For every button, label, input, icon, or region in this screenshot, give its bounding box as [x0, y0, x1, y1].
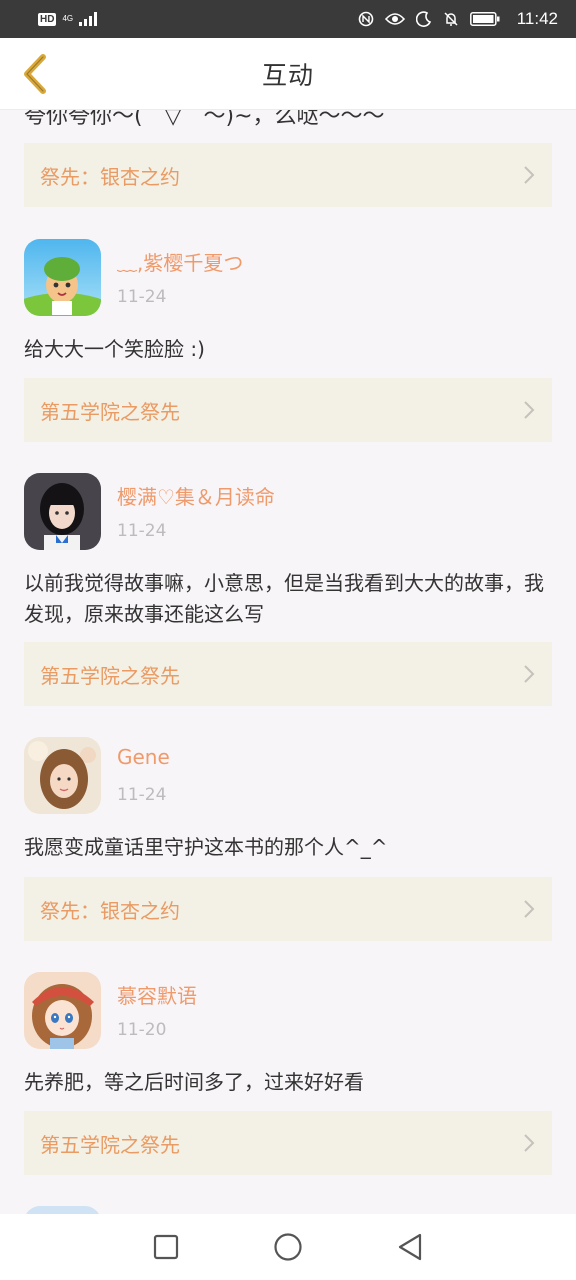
hd-badge: HD [38, 12, 57, 26]
back-triangle-icon [398, 1233, 422, 1261]
chevron-right-icon [524, 166, 535, 184]
page-title: 互动 [261, 60, 314, 90]
comment-text: 以前我觉得故事嘛，小意思，但是当我看到大大的故事，我发现，原来故事还能这么写 [24, 571, 544, 626]
comment-date: 11-24 [117, 785, 167, 805]
avatar[interactable] [24, 972, 101, 1049]
avatar[interactable] [24, 1206, 101, 1214]
comment-item: 慕容默语 11-20 先养肥，等之后时间多了，过来好好看 [0, 972, 576, 1112]
nfc-icon [358, 11, 374, 27]
bell-off-icon [444, 12, 458, 26]
chevron-right-icon [524, 665, 535, 683]
network-badge: 4G [62, 14, 74, 23]
status-left: HD 4G [38, 12, 101, 26]
book-link-label: 第五学院之祭先 [40, 663, 180, 688]
avatar[interactable] [24, 737, 101, 814]
comment-date: 11-20 [117, 1020, 167, 1040]
comment-date: 11-24 [117, 287, 167, 307]
book-link-label: 祭先：银杏之约 [40, 898, 180, 923]
book-link-label: 祭先：银杏之约 [40, 164, 180, 189]
comment-date: 11-24 [117, 521, 167, 541]
home-icon [274, 1233, 302, 1261]
book-link[interactable]: 祭先：银杏之约 [24, 143, 552, 207]
comment-text: 先养肥，等之后时间多了，过来好好看 [24, 1070, 364, 1094]
avatar[interactable] [24, 473, 101, 550]
comment-text: 给大大一个笑脸脸 :) [24, 337, 205, 361]
status-time: 11:42 [516, 9, 558, 28]
status-bar: HD 4G 11:42 [0, 0, 576, 38]
book-link[interactable]: 祭先：银杏之约 [24, 877, 552, 941]
book-link[interactable]: 第五学院之祭先 [24, 642, 552, 706]
chevron-right-icon [524, 401, 535, 419]
user-name[interactable]: 樱满♡集＆月读命 [117, 481, 275, 510]
eye-comfort-icon [384, 13, 405, 25]
book-link-label: 第五学院之祭先 [40, 1132, 180, 1157]
back-nav-button[interactable] [349, 1214, 471, 1280]
signal-icon [79, 12, 98, 26]
home-button[interactable] [227, 1214, 349, 1280]
chevron-right-icon [524, 900, 535, 918]
system-nav-bar [0, 1214, 576, 1280]
book-link-label: 第五学院之祭先 [40, 399, 180, 424]
user-name[interactable]: Gene [117, 745, 170, 769]
app-header: 互动 [0, 38, 576, 110]
chevron-left-icon [24, 54, 46, 94]
status-right: 11:42 [358, 9, 558, 29]
user-name[interactable]: 慕容默语 [117, 980, 197, 1009]
comment-text: 我愿变成童话里守护这本书的那个人^_^ [24, 835, 388, 859]
moon-icon [415, 11, 431, 27]
battery-icon [469, 12, 500, 26]
back-button[interactable] [14, 52, 58, 96]
comment-feed[interactable]: 夸你夸你～( ▽ ～)~，么哒～～～ 祭先：银杏之约 ﹏,紫樱千夏つ 11-24… [0, 110, 576, 1214]
partial-comment-text: 夸你夸你～( ▽ ～)~，么哒～～～ [24, 110, 385, 129]
chevron-right-icon [524, 1134, 535, 1152]
comment-item: 樱满♡集＆月读命 11-24 以前我觉得故事嘛，小意思，但是当我看到大大的故事，… [0, 473, 576, 643]
user-name[interactable]: ﹏,紫樱千夏つ [117, 247, 243, 276]
avatar[interactable] [24, 239, 101, 316]
recent-apps-button[interactable] [105, 1214, 227, 1280]
recent-apps-icon [153, 1234, 179, 1260]
book-link[interactable]: 第五学院之祭先 [24, 1111, 552, 1175]
book-link[interactable]: 第五学院之祭先 [24, 378, 552, 442]
comment-item: Gene 11-24 我愿变成童话里守护这本书的那个人^_^ [0, 737, 576, 877]
